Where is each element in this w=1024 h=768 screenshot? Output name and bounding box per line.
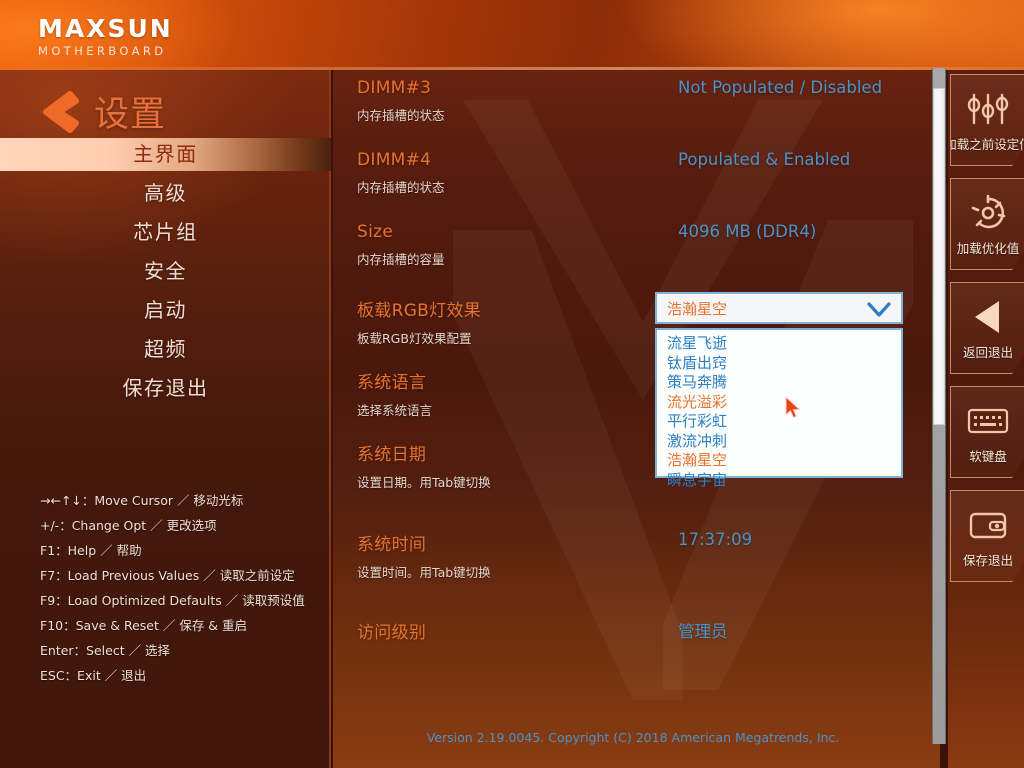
legend-line: Enter：Select ／ 选择 <box>40 643 171 658</box>
setting-label: Size <box>357 222 394 242</box>
sidebar-menu: 主界面高级芯片组安全启动超频保存退出 <box>0 138 331 411</box>
page-title: 设置 <box>94 95 167 135</box>
main-content: DIMM#3 内存插槽的状态 Not Populated / Disabled DIM… <box>333 70 940 768</box>
sliders-icon <box>966 88 1010 130</box>
legend-line: ESC：Exit ／ 退出 <box>40 668 147 683</box>
right-action-panel: 加载之前设定值加载优化值返回退出软键盘保存退出 <box>948 70 1024 768</box>
dropdown-option[interactable]: 瞬息宇宙 <box>657 471 901 491</box>
setting-label: 访问级别 <box>357 623 427 643</box>
action-button-label: 加载优化值 <box>956 240 1020 256</box>
back-chevron-icon[interactable] <box>36 90 84 134</box>
gear-icon <box>969 192 1007 234</box>
action-button-keyboard[interactable]: 软键盘 <box>950 386 1024 478</box>
dropdown-option[interactable]: 钛盾出窍 <box>657 354 901 374</box>
sidebar-item-0[interactable]: 主界面 <box>0 138 331 171</box>
brand-name: MAXSUN <box>38 14 173 43</box>
setting-row[interactable]: Size 内存插槽的容量 4096 MB (DDR4) <box>357 222 917 268</box>
setting-description: 内存插槽的状态 <box>357 108 445 123</box>
triangle-left-icon <box>968 296 1008 338</box>
action-button-label: 保存退出 <box>962 552 1013 568</box>
chevron-down-icon[interactable] <box>865 299 893 326</box>
legend-line: F9：Load Optimized Defaults ／ 读取预设值 <box>40 593 305 608</box>
left-sidebar: 设置 主界面高级芯片组安全启动超频保存退出 →←↑↓：Move Cursor ／… <box>0 70 331 768</box>
top-banner: MAXSUN MOTHERBOARD <box>0 0 1024 70</box>
sidebar-header: 设置 <box>36 86 166 137</box>
action-button-triangle-left[interactable]: 返回退出 <box>950 282 1024 374</box>
action-button-save-exit[interactable]: 保存退出 <box>950 490 1024 582</box>
sidebar-item-6[interactable]: 保存退出 <box>0 372 331 405</box>
key-legend: →←↑↓：Move Cursor ／ 移动光标 +/-：Change Opt ／ … <box>40 488 330 688</box>
legend-line: →←↑↓：Move Cursor ／ 移动光标 <box>40 493 244 508</box>
setting-row[interactable]: DIMM#4 内存插槽的状态 Populated & Enabled <box>357 150 917 196</box>
sidebar-item-4[interactable]: 启动 <box>0 294 331 327</box>
legend-line: +/-：Change Opt ／ 更改选项 <box>40 518 217 533</box>
action-button-label: 返回退出 <box>962 344 1013 360</box>
setting-row[interactable]: 访问级别 管理员 <box>357 618 917 643</box>
setting-row[interactable]: 系统时间设置时间。用Tab键切换 17:37:09 <box>357 530 917 581</box>
sidebar-item-1[interactable]: 高级 <box>0 177 331 210</box>
dropdown-option[interactable]: 流星飞逝 <box>657 334 901 354</box>
dropdown-option[interactable]: 激流冲刺 <box>657 432 901 452</box>
setting-value[interactable]: Populated & Enabled <box>678 150 850 169</box>
brand-subtitle: MOTHERBOARD <box>38 44 167 58</box>
legend-line: F10：Save & Reset ／ 保存 & 重启 <box>40 618 248 633</box>
setting-description: 内存插槽的状态 <box>357 180 445 195</box>
setting-value[interactable]: 17:37:09 <box>678 530 752 549</box>
setting-label: 系统时间 <box>357 535 427 555</box>
mouse-pointer-icon <box>785 395 803 426</box>
sidebar-item-5[interactable]: 超频 <box>0 333 331 366</box>
sidebar-item-3[interactable]: 安全 <box>0 255 331 288</box>
keyboard-icon <box>967 400 1009 442</box>
action-button-label: 加载之前设定值 <box>948 136 1024 152</box>
setting-description: 内存插槽的容量 <box>357 252 445 267</box>
maxsun-logo: MAXSUN MOTHERBOARD <box>38 16 173 58</box>
sidebar-item-2[interactable]: 芯片组 <box>0 216 331 249</box>
legend-line: F7：Load Previous Values ／ 读取之前设定 <box>40 568 295 583</box>
action-button-label: 软键盘 <box>969 448 1007 464</box>
save-exit-icon <box>968 504 1008 546</box>
dropdown-option[interactable]: 策马奔腾 <box>657 373 901 393</box>
setting-row[interactable]: DIMM#3 内存插槽的状态 Not Populated / Disabled <box>357 78 917 124</box>
setting-value[interactable]: 管理员 <box>678 618 728 642</box>
dropdown-option[interactable]: 平行彩虹 <box>657 412 901 432</box>
action-button-gear[interactable]: 加载优化值 <box>950 178 1024 270</box>
setting-value[interactable]: 4096 MB (DDR4) <box>678 222 816 241</box>
dropdown-option[interactable]: 浩瀚星空 <box>657 451 901 471</box>
rgb-effect-dropdown[interactable]: 浩瀚星空 流星飞逝 钛盾出窍 策马奔腾 流光溢彩 平行彩虹 激流冲刺 浩瀚星空 瞬息宇宙 <box>655 292 903 489</box>
setting-description: 设置时间。用Tab键切换 <box>357 565 491 580</box>
legend-line: F1：Help ／ 帮助 <box>40 543 142 558</box>
footer-version: Version 2.19.0045. Copyright (C) 2018 Am… <box>426 730 840 745</box>
dropdown-selected-box[interactable]: 浩瀚星空 <box>655 292 903 324</box>
dropdown-option-list[interactable]: 流星飞逝 钛盾出窍 策马奔腾 流光溢彩 平行彩虹 激流冲刺 浩瀚星空 瞬息宇宙 <box>655 328 903 489</box>
setting-value[interactable]: Not Populated / Disabled <box>678 78 882 97</box>
content-scrollbar[interactable] <box>932 68 946 744</box>
dropdown-selected-value: 浩瀚星空 <box>667 299 728 318</box>
dropdown-option[interactable]: 流光溢彩 <box>657 393 901 413</box>
scrollbar-thumb[interactable] <box>933 88 945 425</box>
action-button-sliders[interactable]: 加载之前设定值 <box>950 74 1024 166</box>
